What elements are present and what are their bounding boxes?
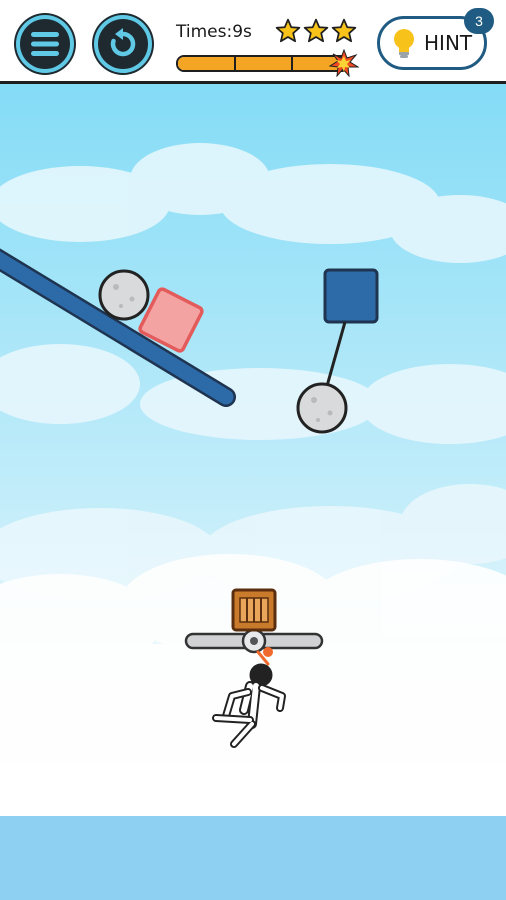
star-icon [303, 18, 329, 43]
star-icon [275, 18, 301, 43]
hanging-stone-ball [296, 382, 348, 434]
clouds [0, 143, 506, 602]
blue-anchor-block [323, 268, 379, 324]
star-icon [331, 18, 357, 43]
game-scene [0, 84, 506, 900]
water [0, 816, 506, 900]
timer-label: Times:9s [176, 22, 252, 42]
hint-count-badge: 3 [464, 8, 494, 34]
restart-button[interactable] [94, 15, 152, 73]
stone-ball[interactable] [98, 269, 150, 321]
hint-label: HINT [424, 31, 473, 55]
progress-divider [234, 57, 236, 70]
menu-button[interactable] [16, 15, 74, 73]
burst-icon [329, 49, 359, 77]
time-progress-bar [176, 55, 350, 72]
progress-divider [291, 57, 293, 70]
time-progress-fill [178, 57, 340, 70]
rotating-bar[interactable] [184, 628, 324, 654]
menu-icon [31, 32, 59, 56]
top-bar: Times:9s HINT 3 [0, 0, 506, 84]
lightbulb-icon [394, 29, 414, 58]
restart-icon [110, 28, 136, 57]
wooden-crate [231, 588, 277, 632]
star-rating [275, 18, 357, 44]
